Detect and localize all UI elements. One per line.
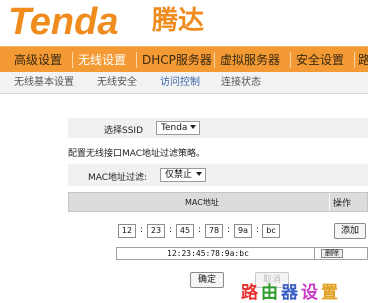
watermark-char: 设 (301, 283, 321, 303)
nav-virtual-server[interactable]: 虚拟服务器 (220, 47, 280, 73)
chevron-down-icon (196, 172, 202, 176)
ssid-label: 选择SSID (104, 126, 144, 136)
mac-octet-3[interactable]: 45 (176, 224, 194, 238)
mac-entry-row: 12:23:45:78:9a:bc 删除 (116, 247, 368, 260)
add-button[interactable]: 添加 (334, 223, 366, 239)
nav-security-settings[interactable]: 安全设置 (296, 47, 344, 73)
filter-select[interactable]: 仅禁止 (160, 168, 206, 182)
main-nav: 高级设置 无线设置 DHCP服务器 虚拟服务器 安全设置 路 (0, 46, 368, 72)
mac-octet-1[interactable]: 12 (118, 224, 136, 238)
mac-column-header: MAC地址 (185, 198, 219, 207)
brand-logo-cn: 腾达 (152, 6, 205, 36)
delete-button[interactable]: 删除 (321, 249, 343, 258)
nav-advanced-settings[interactable]: 高级设置 (14, 47, 62, 73)
ok-button[interactable]: 确定 (190, 272, 224, 288)
colon-separator: : (169, 225, 173, 235)
subnav-wireless-security[interactable]: 无线安全 (97, 72, 137, 94)
mac-octet-5[interactable]: 9a (234, 224, 252, 238)
mac-entry-value: 12:23:45:78:9a:bc (167, 249, 249, 258)
mac-octet-2[interactable]: 23 (147, 224, 165, 238)
watermark-char: 由 (261, 283, 281, 303)
filter-description: 配置无线接口MAC地址过滤策略。 (68, 149, 206, 159)
chevron-down-icon (190, 125, 196, 129)
nav-divider (136, 52, 137, 68)
brand-logo: Tenda (8, 1, 119, 43)
colon-separator: : (227, 225, 231, 235)
filter-select-value: 仅禁止 (165, 170, 193, 180)
mac-octet-4[interactable]: 78 (205, 224, 223, 238)
mac-table-header: MAC地址 操作 (68, 192, 368, 212)
colon-separator: : (198, 225, 202, 235)
subnav-connection-status[interactable]: 连接状态 (221, 72, 261, 94)
header-divider (329, 193, 330, 211)
filter-row: MAC地址过滤: 仅禁止 (68, 164, 368, 186)
filter-label: MAC地址过滤: (88, 173, 148, 183)
colon-separator: : (140, 225, 144, 235)
colon-separator: : (256, 225, 260, 235)
watermark: 路由器设置 (241, 278, 341, 303)
mac-octet-6[interactable]: bc (262, 224, 280, 238)
nav-divider (354, 52, 355, 68)
left-gutter (0, 94, 60, 303)
nav-routing[interactable]: 路 (358, 47, 368, 73)
nav-wireless-settings[interactable]: 无线设置 (78, 47, 126, 73)
nav-divider (290, 52, 291, 68)
content-area: 选择SSID Tenda 配置无线接口MAC地址过滤策略。 MAC地址过滤: 仅… (0, 94, 368, 303)
ssid-select-value: Tenda (161, 123, 188, 133)
action-column-header: 操作 (333, 199, 352, 209)
nav-divider (72, 52, 73, 68)
subnav-access-control[interactable]: 访问控制 (160, 72, 200, 94)
ssid-select[interactable]: Tenda (156, 121, 200, 135)
sub-nav: 无线基本设置 无线安全 访问控制 连接状态 (0, 72, 368, 94)
watermark-char: 置 (321, 283, 341, 303)
header: Tenda 腾达 (0, 0, 368, 46)
watermark-char: 路 (241, 283, 261, 303)
ssid-row: 选择SSID Tenda (68, 118, 368, 138)
nav-dhcp-server[interactable]: DHCP服务器 (142, 47, 212, 73)
row-divider (314, 248, 315, 259)
subnav-wireless-basic[interactable]: 无线基本设置 (14, 72, 74, 94)
watermark-char: 器 (281, 283, 301, 303)
nav-divider (214, 52, 215, 68)
